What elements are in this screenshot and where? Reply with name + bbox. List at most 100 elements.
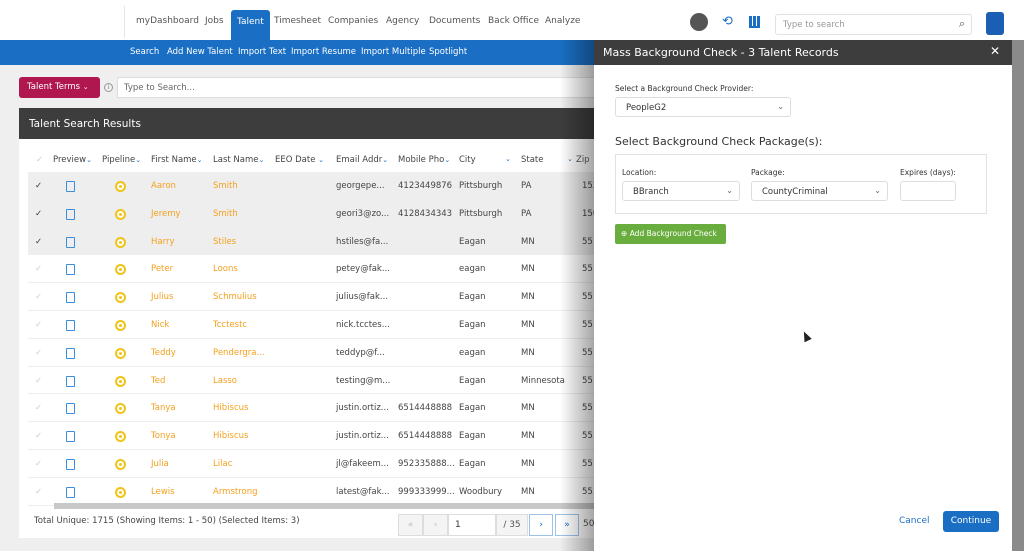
col-pipeline[interactable]: Pipeline⌄ <box>102 155 141 165</box>
row-checkbox[interactable]: ✓ <box>35 487 42 497</box>
table-row[interactable]: ✓JuliusSchmuliusjulius@fak...EaganMN551 <box>28 283 608 311</box>
table-row[interactable]: ✓ Jeremy Smith geori3@zo... 4128434343 Pittsb… <box>28 199 608 228</box>
preview-document-icon[interactable] <box>66 264 75 276</box>
subnav-search[interactable]: Search <box>130 47 159 57</box>
last-name[interactable]: Loons <box>213 264 238 274</box>
col-first-name[interactable]: First Name⌄ <box>151 155 203 165</box>
first-name[interactable]: Tonya <box>151 431 176 441</box>
pipeline-icon[interactable] <box>115 181 126 192</box>
last-name[interactable]: Schmulius <box>213 292 257 302</box>
subnav-spotlight[interactable]: Spotlight <box>429 47 467 57</box>
nav-jobs[interactable]: Jobs <box>205 16 224 26</box>
col-preview[interactable]: Preview⌄ <box>53 155 92 165</box>
first-name[interactable]: Julius <box>151 292 173 302</box>
first-name[interactable]: Julia <box>151 459 169 469</box>
pipeline-icon[interactable] <box>115 403 126 415</box>
expires-input[interactable] <box>900 181 956 201</box>
col-email[interactable]: Email Addr⌄ <box>336 155 388 165</box>
nav-documents[interactable]: Documents <box>429 16 480 26</box>
nav-talent[interactable]: Talent <box>231 10 270 40</box>
subnav-import-text[interactable]: Import Text <box>238 47 286 57</box>
nav-companies[interactable]: Companies <box>328 16 378 26</box>
nav-mydashboard[interactable]: myDashboard <box>136 16 199 26</box>
last-name[interactable]: Tcctestc <box>213 320 247 330</box>
first-name[interactable]: Peter <box>151 264 173 274</box>
talent-terms-button[interactable]: Talent Terms ⌄ <box>19 77 100 98</box>
pipeline-icon[interactable] <box>115 264 126 276</box>
table-row[interactable]: ✓TedLassotesting@m...EaganMinnesota551 <box>28 367 608 395</box>
preview-document-icon[interactable] <box>66 403 75 415</box>
avatar[interactable] <box>690 13 708 31</box>
subnav-add-new-talent[interactable]: Add New Talent <box>167 47 233 57</box>
preview-document-icon[interactable] <box>66 236 75 248</box>
scrollbar-track[interactable] <box>1012 40 1024 551</box>
preview-document-icon[interactable] <box>66 431 75 443</box>
last-name[interactable]: Lilac <box>213 459 232 469</box>
row-checkbox[interactable]: ✓ <box>35 264 42 274</box>
table-row[interactable]: ✓ Julia Lilac jl@fakeem... 952335888... Eagan… <box>28 450 608 478</box>
pipeline-icon[interactable] <box>115 347 126 359</box>
horizontal-scrollbar[interactable] <box>54 503 599 509</box>
table-row[interactable]: ✓HarryStileshstiles@fa...EaganMN551 <box>28 227 608 256</box>
col-last-name[interactable]: Last Name⌄ <box>213 155 264 165</box>
add-background-check-button[interactable]: ⊕ Add Background Check <box>615 224 726 244</box>
chart-icon[interactable] <box>749 16 760 28</box>
table-row[interactable]: ✓NickTcctestcnick.tcctes...EaganMN551 <box>28 311 608 339</box>
row-checkbox[interactable]: ✓ <box>35 459 42 469</box>
page-number-input[interactable]: 1 <box>448 514 496 536</box>
first-name[interactable]: Lewis <box>151 487 175 497</box>
search-icon[interactable]: ⌕ <box>959 17 965 31</box>
first-name[interactable]: Teddy <box>151 348 176 358</box>
row-checkbox[interactable]: ✓ <box>35 403 42 413</box>
row-checkbox[interactable]: ✓ <box>35 431 42 441</box>
pipeline-icon[interactable] <box>115 236 126 248</box>
table-row[interactable]: ✓PeterLoonspetey@fak...eaganMN551 <box>28 255 608 284</box>
last-name[interactable]: Hibiscus <box>213 431 248 441</box>
first-name[interactable]: Nick <box>151 320 169 330</box>
nav-timesheet[interactable]: Timesheet <box>274 16 321 26</box>
pipeline-icon[interactable] <box>115 375 126 387</box>
row-checkbox[interactable]: ✓ <box>35 237 42 247</box>
last-name[interactable]: Smith <box>213 209 238 219</box>
col-city[interactable]: City ⌄ <box>459 155 511 165</box>
pipeline-icon[interactable] <box>115 459 126 470</box>
preview-document-icon[interactable] <box>66 208 75 220</box>
talent-search-input[interactable]: Type to Search... <box>117 77 597 98</box>
first-name[interactable]: Jeremy <box>151 209 181 219</box>
pipeline-icon[interactable] <box>115 208 126 220</box>
location-select[interactable]: BBranch ⌄ <box>622 181 740 201</box>
pipeline-icon[interactable] <box>115 292 126 304</box>
row-checkbox[interactable]: ✓ <box>35 348 42 358</box>
select-all-checkbox[interactable]: ✓ <box>36 155 43 165</box>
continue-button[interactable]: Continue <box>943 511 999 532</box>
first-page-button[interactable]: « <box>398 514 423 536</box>
pipeline-icon[interactable] <box>115 486 126 498</box>
first-name[interactable]: Tanya <box>151 403 176 413</box>
close-icon[interactable]: ✕ <box>990 44 1000 58</box>
table-row[interactable]: ✓ Tanya Hibiscus justin.ortiz... 6514448888 E… <box>28 394 608 423</box>
info-icon[interactable]: i <box>104 83 113 92</box>
provider-select[interactable]: PeopleG2 ⌄ <box>615 97 791 117</box>
last-name[interactable]: Lasso <box>213 376 237 386</box>
cancel-button[interactable]: Cancel <box>899 516 930 526</box>
subnav-import-resume[interactable]: Import Resume <box>291 47 356 57</box>
pipeline-icon[interactable] <box>115 320 126 331</box>
row-checkbox[interactable]: ✓ <box>35 320 42 330</box>
col-zip[interactable]: Zip <box>576 155 590 165</box>
first-name[interactable]: Aaron <box>151 181 176 191</box>
first-name[interactable]: Harry <box>151 237 174 247</box>
row-checkbox[interactable]: ✓ <box>35 376 42 386</box>
col-eeo-date[interactable]: EEO Date ⌄ <box>275 155 324 165</box>
preview-document-icon[interactable] <box>66 347 75 359</box>
preview-document-icon[interactable] <box>66 459 75 470</box>
refresh-icon[interactable]: ⟲ <box>722 14 733 29</box>
table-row[interactable]: ✓ Aaron Smith georgepe... 4123449876 Pittsbur… <box>28 172 608 200</box>
last-name[interactable]: Armstrong <box>213 487 258 497</box>
preview-document-icon[interactable] <box>66 320 75 331</box>
last-name[interactable]: Smith <box>213 181 238 191</box>
last-name[interactable]: Hibiscus <box>213 403 248 413</box>
pipeline-icon[interactable] <box>115 431 126 443</box>
global-search-input[interactable]: Type to search ⌕ <box>775 14 972 35</box>
preview-document-icon[interactable] <box>66 486 75 498</box>
preview-document-icon[interactable] <box>66 375 75 387</box>
